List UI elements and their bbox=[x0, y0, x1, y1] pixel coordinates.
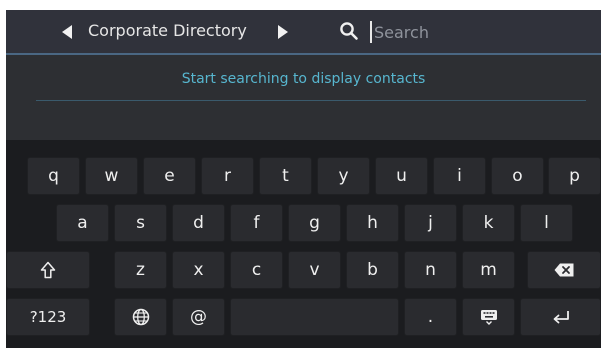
key-w[interactable]: w bbox=[85, 157, 138, 195]
key-u[interactable]: u bbox=[375, 157, 428, 195]
search-input[interactable] bbox=[374, 15, 594, 49]
key-s[interactable]: s bbox=[114, 204, 167, 242]
key-i[interactable]: i bbox=[433, 157, 486, 195]
on-screen-keyboard: q w e r t y u i o p a s d f g h j k l z … bbox=[6, 140, 601, 348]
hide-keyboard-key[interactable] bbox=[462, 298, 515, 336]
key-c[interactable]: c bbox=[230, 251, 283, 289]
search-field[interactable] bbox=[370, 15, 595, 49]
period-key[interactable]: . bbox=[404, 298, 457, 336]
directory-screen: Corporate Directory Start searching to d… bbox=[6, 10, 601, 348]
key-x[interactable]: x bbox=[172, 251, 225, 289]
key-t[interactable]: t bbox=[259, 157, 312, 195]
divider bbox=[36, 100, 586, 101]
key-z[interactable]: z bbox=[114, 251, 167, 289]
key-a[interactable]: a bbox=[56, 204, 109, 242]
space-key[interactable] bbox=[230, 298, 399, 336]
header-bar: Corporate Directory bbox=[6, 10, 601, 55]
key-f[interactable]: f bbox=[230, 204, 283, 242]
key-r[interactable]: r bbox=[201, 157, 254, 195]
key-g[interactable]: g bbox=[288, 204, 341, 242]
empty-state-message: Start searching to display contacts bbox=[181, 71, 426, 87]
key-n[interactable]: n bbox=[404, 251, 457, 289]
enter-icon bbox=[553, 311, 569, 324]
key-m[interactable]: m bbox=[462, 251, 515, 289]
key-o[interactable]: o bbox=[491, 157, 544, 195]
key-h[interactable]: h bbox=[346, 204, 399, 242]
arrow-right-icon[interactable] bbox=[278, 25, 288, 39]
globe-icon bbox=[132, 308, 149, 326]
key-j[interactable]: j bbox=[404, 204, 457, 242]
directory-title: Corporate Directory bbox=[88, 21, 247, 40]
key-q[interactable]: q bbox=[27, 157, 80, 195]
key-y[interactable]: y bbox=[317, 157, 370, 195]
search-icon[interactable] bbox=[339, 21, 359, 41]
at-key[interactable]: @ bbox=[172, 298, 225, 336]
shift-icon bbox=[40, 261, 56, 279]
backspace-icon bbox=[554, 263, 574, 277]
keyboard-hide-icon bbox=[480, 310, 497, 325]
key-l[interactable]: l bbox=[520, 204, 573, 242]
key-b[interactable]: b bbox=[346, 251, 399, 289]
key-p[interactable]: p bbox=[548, 157, 601, 195]
arrow-left-icon[interactable] bbox=[62, 25, 72, 39]
enter-key[interactable] bbox=[520, 298, 601, 336]
globe-key[interactable] bbox=[114, 298, 167, 336]
text-cursor bbox=[370, 21, 372, 43]
backspace-key[interactable] bbox=[527, 251, 601, 289]
symbols-key[interactable]: ?123 bbox=[6, 298, 90, 336]
key-d[interactable]: d bbox=[172, 204, 225, 242]
key-k[interactable]: k bbox=[462, 204, 515, 242]
shift-key[interactable] bbox=[6, 251, 90, 289]
key-e[interactable]: e bbox=[143, 157, 196, 195]
key-v[interactable]: v bbox=[288, 251, 341, 289]
